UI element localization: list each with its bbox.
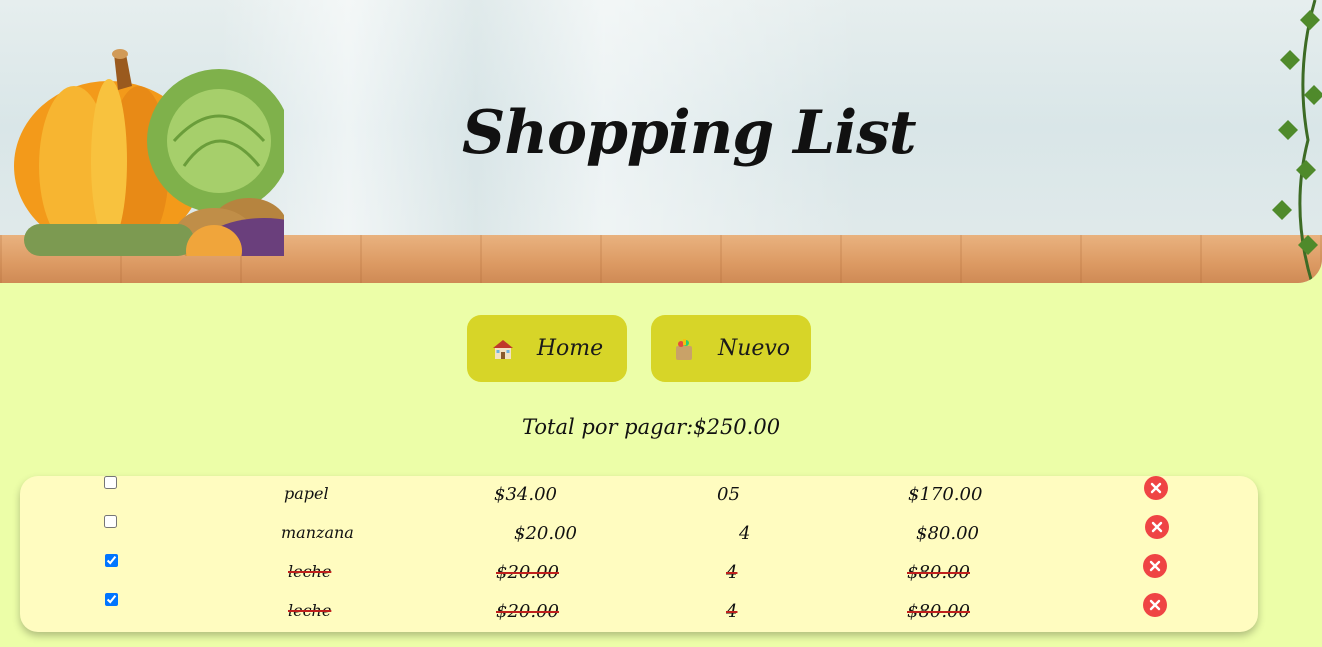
item-price: $20.00: [514, 523, 577, 544]
shopping-bag-icon: [675, 338, 692, 360]
close-icon: [1149, 599, 1161, 611]
delete-item-button[interactable]: [1145, 515, 1169, 539]
item-price: $20.00: [496, 562, 559, 583]
item-quantity: 05: [717, 484, 740, 505]
home-button[interactable]: Home: [467, 315, 627, 382]
delete-item-button[interactable]: [1143, 554, 1167, 578]
shopping-list: papel $34.00 05 $170.00 manzana $20.00 4…: [20, 476, 1258, 632]
nuevo-button-label: Nuevo: [717, 336, 791, 361]
list-item: leche $20.00 4 $80.00: [20, 554, 1258, 593]
item-subtotal: $80.00: [907, 601, 970, 622]
item-checkbox[interactable]: [105, 593, 118, 606]
item-checkbox[interactable]: [105, 554, 118, 567]
close-icon: [1150, 482, 1162, 494]
list-item: leche $20.00 4 $80.00: [20, 593, 1258, 632]
item-price: $34.00: [494, 484, 557, 505]
house-icon: [492, 339, 513, 359]
item-name: leche: [288, 562, 332, 581]
home-button-label: Home: [536, 336, 604, 361]
total-summary: Total por pagar:$250.00: [522, 415, 780, 439]
item-checkbox[interactable]: [104, 515, 117, 528]
vegetables-illustration: [14, 49, 284, 256]
item-name: papel: [284, 484, 329, 503]
nuevo-button[interactable]: Nuevo: [651, 315, 811, 382]
delete-item-button[interactable]: [1143, 593, 1167, 617]
item-subtotal: $80.00: [916, 523, 979, 544]
item-subtotal: $80.00: [907, 562, 970, 583]
item-quantity: 4: [739, 523, 751, 544]
item-name: manzana: [281, 523, 354, 542]
delete-item-button[interactable]: [1144, 476, 1168, 500]
item-quantity: 4: [726, 601, 738, 622]
item-price: $20.00: [496, 601, 559, 622]
list-item: manzana $20.00 4 $80.00: [20, 515, 1258, 554]
close-icon: [1149, 560, 1161, 572]
header-banner: Shopping List: [0, 0, 1322, 283]
ivy-decoration: [1272, 0, 1322, 283]
item-name: leche: [288, 601, 332, 620]
list-item: papel $34.00 05 $170.00: [20, 476, 1258, 515]
item-subtotal: $170.00: [908, 484, 983, 505]
total-amount: $250.00: [693, 415, 781, 439]
total-label: Total por pagar:: [522, 415, 694, 439]
item-checkbox[interactable]: [104, 476, 117, 489]
item-quantity: 4: [726, 562, 738, 583]
close-icon: [1151, 521, 1163, 533]
page-title: Shopping List: [462, 98, 917, 168]
